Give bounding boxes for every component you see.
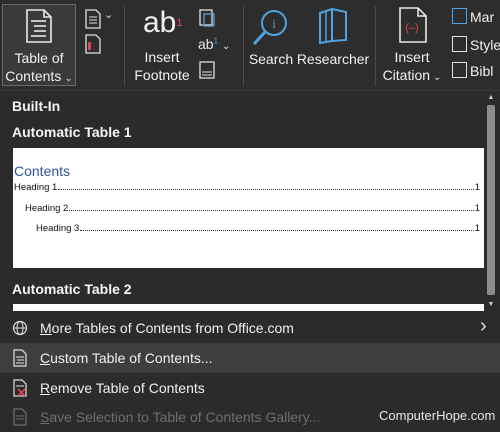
insert-footnote-button[interactable]: ab1 Insert Footnote bbox=[128, 4, 196, 86]
search-label: Search bbox=[248, 51, 294, 67]
show-notes-icon[interactable] bbox=[198, 60, 216, 80]
add-text-chevron-icon[interactable]: ⌄ bbox=[104, 8, 113, 21]
toc-label-line1: Table of bbox=[14, 50, 64, 66]
leader-dots bbox=[69, 203, 474, 211]
footnote-superscript: 1 bbox=[176, 17, 183, 29]
toc-entry: Heading 2 1 bbox=[25, 203, 480, 214]
table-of-contents-button[interactable]: Table of Contents ⌄ bbox=[2, 4, 76, 86]
style-button[interactable]: Style bbox=[452, 36, 500, 53]
insert-footnote-line2: Footnote bbox=[134, 67, 190, 83]
footnote-glyph: ab bbox=[143, 6, 177, 39]
automatic-table-1-preview[interactable]: Contents Heading 1 1 Heading 2 1 Heading 3… bbox=[13, 148, 484, 268]
more-tables-of-contents-item[interactable]: More Tables of Contents from Office.com … bbox=[0, 313, 500, 343]
svg-text:i: i bbox=[272, 16, 276, 31]
automatic-table-1-heading: Automatic Table 1 bbox=[12, 124, 132, 140]
remove-toc-label: Remove Table of Contents bbox=[40, 380, 205, 396]
leader-dots bbox=[58, 182, 474, 190]
svg-text:(–): (–) bbox=[405, 22, 418, 34]
bibliography-label: Bibl bbox=[470, 63, 494, 79]
next-footnote-superscript: 1 bbox=[213, 36, 219, 46]
table-of-contents-icon bbox=[26, 9, 52, 43]
gallery-scrollbar[interactable]: ▲ ▼ bbox=[485, 91, 497, 313]
toc-label: Table of Contents ⌄ bbox=[3, 49, 75, 88]
toc-entry-page: 1 bbox=[474, 223, 480, 234]
insert-footnote-line1: Insert bbox=[144, 49, 180, 65]
ribbon-separator bbox=[124, 6, 125, 86]
chevron-right-icon: › bbox=[480, 315, 487, 337]
search-icon: i bbox=[252, 10, 287, 46]
remove-toc-icon bbox=[13, 379, 27, 397]
toc-label-line2: Contents bbox=[5, 68, 62, 84]
custom-toc-text: ustom Table of Contents... bbox=[50, 350, 213, 366]
footnote-icon: ab1 bbox=[143, 6, 183, 40]
computerhope-watermark: ComputerHope.com bbox=[379, 408, 496, 423]
ribbon-separator bbox=[243, 6, 244, 86]
custom-toc-accesskey: C bbox=[40, 350, 51, 366]
ribbon: Table of Contents ⌄ ⌄ ab1 Insert Footnote… bbox=[0, 0, 500, 90]
save-selection-accesskey: S bbox=[40, 409, 50, 425]
style-icon bbox=[452, 36, 467, 52]
insert-endnote-icon[interactable] bbox=[198, 8, 216, 28]
next-footnote-glyph: ab bbox=[198, 36, 214, 52]
researcher-button[interactable]: Researcher bbox=[296, 4, 370, 86]
bibliography-icon bbox=[452, 62, 467, 78]
save-selection-text: ave Selection to Table of Contents Galle… bbox=[49, 409, 321, 425]
toc-entry-text: Heading 1 bbox=[14, 182, 58, 193]
toc-entry-text: Heading 2 bbox=[25, 203, 69, 214]
leader-dots bbox=[80, 223, 474, 231]
more-tables-label: More Tables of Contents from Office.com bbox=[40, 320, 294, 336]
custom-toc-label: Custom Table of Contents... bbox=[40, 350, 213, 366]
researcher-icon bbox=[319, 7, 347, 45]
toc-entry: Heading 3 1 bbox=[36, 223, 480, 234]
preview-contents-title: Contents bbox=[14, 163, 71, 179]
save-selection-icon bbox=[13, 408, 27, 426]
bibliography-button[interactable]: Bibl bbox=[452, 62, 493, 79]
add-text-icon[interactable] bbox=[84, 9, 102, 29]
remove-toc-text: emove Table of Contents bbox=[50, 380, 205, 396]
chevron-down-icon: ⌄ bbox=[433, 72, 442, 83]
more-tables-accesskey: M bbox=[40, 320, 52, 336]
custom-table-of-contents-item[interactable]: Custom Table of Contents... bbox=[0, 343, 500, 373]
researcher-label: Researcher bbox=[296, 51, 370, 67]
update-table-icon[interactable] bbox=[84, 34, 102, 54]
globe-icon bbox=[12, 320, 28, 336]
remove-table-of-contents-item[interactable]: Remove Table of Contents bbox=[0, 373, 500, 403]
custom-toc-icon bbox=[13, 349, 27, 367]
manage-sources-icon bbox=[452, 8, 467, 24]
manage-sources-label: Mar bbox=[470, 9, 495, 25]
insert-citation-icon: (–) bbox=[399, 7, 427, 43]
chevron-down-icon: ⌄ bbox=[222, 41, 231, 52]
style-label: Style bbox=[470, 37, 500, 53]
insert-citation-line1: Insert bbox=[394, 49, 430, 65]
toc-entry: Heading 1 1 bbox=[14, 182, 480, 193]
search-button[interactable]: i Search bbox=[246, 4, 296, 86]
built-in-heading: Built-In bbox=[12, 98, 61, 114]
toc-dropdown: Built-In Automatic Table 1 Contents Head… bbox=[0, 90, 500, 432]
save-selection-label: Save Selection to Table of Contents Gall… bbox=[40, 409, 320, 425]
more-tables-text: ore Tables of Contents from Office.com bbox=[51, 320, 294, 336]
insert-citation-line2: Citation bbox=[382, 67, 431, 83]
automatic-table-2-preview[interactable] bbox=[13, 304, 484, 311]
toc-entry-text: Heading 3 bbox=[36, 223, 80, 234]
ribbon-separator bbox=[375, 6, 376, 86]
toc-entry-page: 1 bbox=[474, 203, 480, 214]
toc-entry-page: 1 bbox=[474, 182, 480, 193]
scroll-up-icon[interactable]: ▲ bbox=[486, 92, 496, 103]
remove-toc-accesskey: R bbox=[40, 380, 51, 396]
manage-sources-button[interactable]: Mar bbox=[452, 8, 494, 25]
scrollbar-thumb[interactable] bbox=[487, 105, 495, 295]
insert-citation-button[interactable]: (–) Insert Citation ⌄ bbox=[378, 4, 446, 86]
scroll-down-icon[interactable]: ▼ bbox=[486, 299, 496, 310]
automatic-table-2-heading: Automatic Table 2 bbox=[12, 281, 132, 297]
next-footnote-button[interactable]: ab1⌄ bbox=[198, 36, 230, 52]
chevron-down-icon: ⌄ bbox=[64, 73, 73, 84]
